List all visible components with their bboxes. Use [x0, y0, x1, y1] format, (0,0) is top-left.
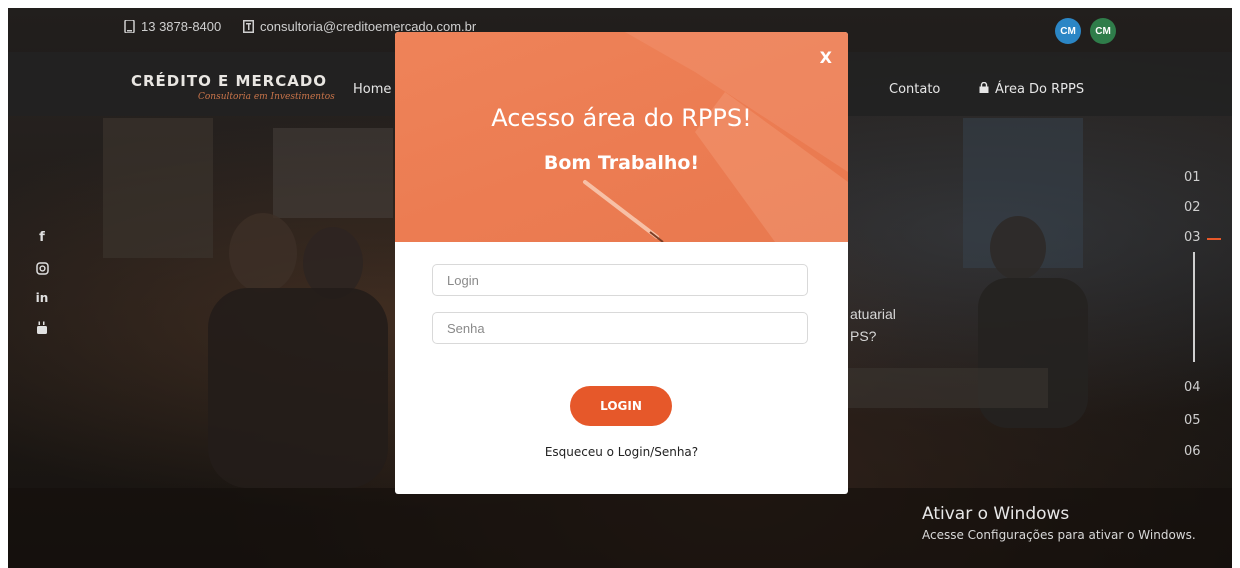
phone-number: 13 3878-8400 — [141, 19, 222, 34]
login-submit-button[interactable]: LOGIN — [570, 386, 672, 426]
forgot-password-link[interactable]: Esqueceu o Login/Senha? — [395, 445, 848, 459]
login-modal: X Acesso área do RPPS! Bom Trabalho! LOG… — [395, 32, 848, 494]
linkedin-icon[interactable]: in — [35, 291, 49, 305]
modal-header: X Acesso área do RPPS! Bom Trabalho! — [395, 32, 848, 242]
phone-contact[interactable]: 13 3878-8400 — [124, 19, 221, 34]
windows-activation-subtitle: Acesse Configurações para ativar o Windo… — [922, 528, 1196, 542]
slide-nav-02[interactable]: 02 — [1184, 200, 1201, 215]
slide-nav-05[interactable]: 05 — [1184, 413, 1201, 428]
instagram-icon[interactable] — [35, 262, 49, 279]
logo-tagline: Consultoria em Investimentos — [198, 92, 335, 102]
lock-icon — [979, 81, 989, 97]
login-input[interactable] — [432, 264, 808, 296]
hero-text-line1: atuarial — [850, 306, 896, 322]
windows-activation-title: Ativar o Windows — [922, 504, 1070, 524]
modal-title: Acesso área do RPPS! — [491, 104, 752, 132]
hero-text-line2: PS? — [850, 328, 877, 344]
modal-close-button[interactable]: X — [820, 48, 832, 67]
cm-badge-label: CM — [1060, 25, 1076, 37]
slide-progress-line — [1193, 252, 1195, 362]
email-icon — [243, 20, 254, 33]
slide-nav-06[interactable]: 06 — [1184, 444, 1201, 459]
cm-badge-green[interactable]: CM — [1090, 18, 1116, 44]
modal-header-decoration — [583, 32, 848, 242]
active-slide-indicator — [1207, 238, 1221, 240]
slide-nav-04[interactable]: 04 — [1184, 380, 1201, 395]
phone-icon — [124, 19, 135, 34]
slide-nav-03[interactable]: 03 — [1184, 230, 1201, 245]
page-background: 13 3878-8400 consultoria@creditoemercado… — [8, 8, 1232, 568]
nav-link-label: Área Do RPPS — [995, 82, 1085, 97]
nav-link-contato[interactable]: Contato — [889, 82, 940, 97]
cm-badge-label: CM — [1095, 25, 1111, 37]
nav-link-area-rpps[interactable]: Área Do RPPS — [979, 81, 1085, 97]
facebook-icon[interactable]: f — [35, 230, 49, 245]
nav-link-home[interactable]: Home — [353, 82, 391, 97]
logo-wordmark[interactable]: CRÉDITO E MERCADO — [131, 72, 327, 90]
cm-badge-blue[interactable]: CM — [1055, 18, 1081, 44]
youtube-icon[interactable] — [35, 321, 49, 339]
modal-subtitle: Bom Trabalho! — [543, 152, 700, 174]
slide-nav-01[interactable]: 01 — [1184, 170, 1201, 185]
password-input[interactable] — [432, 312, 808, 344]
